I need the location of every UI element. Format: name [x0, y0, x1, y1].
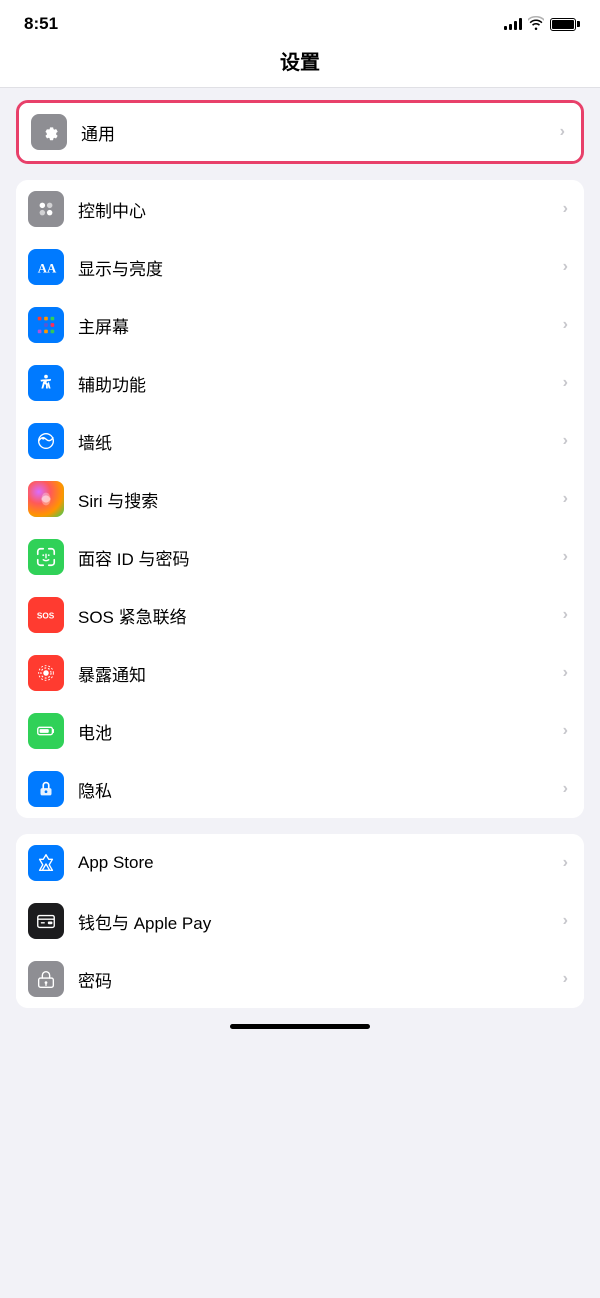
passwords-icon-svg [35, 968, 57, 990]
faceid-label: 面容 ID 与密码 [78, 545, 559, 570]
wallpaper-label: 墙纸 [78, 429, 559, 454]
display-icon-svg: AA [35, 256, 57, 278]
passwords-chevron: › [563, 970, 568, 988]
settings-item-homescreen[interactable]: 主屏幕 › [16, 296, 584, 354]
accessibility-chevron: › [563, 374, 568, 392]
settings-item-general[interactable]: 通用 › [19, 103, 581, 161]
status-time: 8:51 [24, 14, 58, 34]
sos-icon: SOS [28, 597, 64, 633]
control-center-chevron: › [563, 200, 568, 218]
general-label: 通用 [81, 120, 556, 145]
gear-icon [38, 121, 60, 143]
settings-item-wallet[interactable]: 钱包与 Apple Pay › [16, 892, 584, 950]
control-icon [35, 198, 57, 220]
settings-item-control-center[interactable]: 控制中心 › [16, 180, 584, 238]
general-chevron: › [560, 123, 565, 141]
wallet-icon [28, 903, 64, 939]
signal-icon [504, 18, 522, 30]
appstore-icon-svg [35, 852, 57, 874]
display-chevron: › [563, 258, 568, 276]
wallet-icon-svg [35, 910, 57, 932]
battery-icon [550, 18, 576, 31]
siri-icon [28, 481, 64, 517]
system-group: 控制中心 › AA 显示与亮度 › 主屏幕 › [16, 180, 584, 818]
exposure-icon-svg [35, 662, 57, 684]
appstore-label: App Store [78, 853, 559, 873]
accessibility-icon-svg [35, 372, 57, 394]
wallet-label: 钱包与 Apple Pay [78, 909, 559, 934]
display-icon: AA [28, 249, 64, 285]
appstore-icon [28, 845, 64, 881]
settings-item-wallpaper[interactable]: 墙纸 › [16, 412, 584, 470]
exposure-label: 暴露通知 [78, 661, 559, 686]
exposure-chevron: › [563, 664, 568, 682]
battery-setting-icon-svg [35, 720, 57, 742]
settings-item-sos[interactable]: SOS SOS 紧急联络 › [16, 586, 584, 644]
general-icon [31, 114, 67, 150]
settings-item-exposure[interactable]: 暴露通知 › [16, 644, 584, 702]
control-center-icon [28, 191, 64, 227]
page-title: 设置 [280, 52, 320, 74]
control-center-label: 控制中心 [78, 197, 559, 222]
sos-chevron: › [563, 606, 568, 624]
siri-chevron: › [563, 490, 568, 508]
wallpaper-chevron: › [563, 432, 568, 450]
siri-label: Siri 与搜索 [78, 487, 559, 512]
status-bar: 8:51 [0, 0, 600, 42]
privacy-icon-svg [35, 778, 57, 800]
homescreen-label: 主屏幕 [78, 313, 559, 338]
privacy-icon [28, 771, 64, 807]
homescreen-chevron: › [563, 316, 568, 334]
sos-label: SOS 紧急联络 [78, 603, 559, 628]
svg-text:AA: AA [38, 262, 57, 276]
battery-label: 电池 [78, 719, 559, 744]
accessibility-icon [28, 365, 64, 401]
settings-item-faceid[interactable]: 面容 ID 与密码 › [16, 528, 584, 586]
wallpaper-icon [28, 423, 64, 459]
siri-icon-svg [35, 488, 57, 510]
wallpaper-icon-svg [35, 430, 57, 452]
faceid-chevron: › [563, 548, 568, 566]
battery-chevron: › [563, 722, 568, 740]
wallet-chevron: › [563, 912, 568, 930]
settings-item-accessibility[interactable]: 辅助功能 › [16, 354, 584, 412]
appstore-chevron: › [563, 854, 568, 872]
passwords-icon [28, 961, 64, 997]
faceid-icon-svg [35, 546, 57, 568]
settings-item-passwords[interactable]: 密码 › [16, 950, 584, 1008]
faceid-icon [28, 539, 64, 575]
exposure-icon [28, 655, 64, 691]
home-indicator [230, 1024, 370, 1029]
passwords-label: 密码 [78, 967, 559, 992]
homescreen-icon-svg [35, 314, 57, 336]
accessibility-label: 辅助功能 [78, 371, 559, 396]
homescreen-icon [28, 307, 64, 343]
status-icons [504, 16, 576, 33]
settings-item-privacy[interactable]: 隐私 › [16, 760, 584, 818]
wifi-icon [528, 16, 544, 33]
display-label: 显示与亮度 [78, 255, 559, 280]
settings-item-appstore[interactable]: App Store › [16, 834, 584, 892]
settings-item-siri[interactable]: Siri 与搜索 › [16, 470, 584, 528]
sos-icon-svg: SOS [35, 604, 57, 626]
general-group: 通用 › [16, 100, 584, 164]
svg-text:SOS: SOS [37, 612, 55, 621]
privacy-label: 隐私 [78, 777, 559, 802]
battery-setting-icon [28, 713, 64, 749]
store-group: App Store › 钱包与 Apple Pay › 密码 › [16, 834, 584, 1008]
settings-item-battery[interactable]: 电池 › [16, 702, 584, 760]
settings-item-display[interactable]: AA 显示与亮度 › [16, 238, 584, 296]
privacy-chevron: › [563, 780, 568, 798]
page-title-bar: 设置 [0, 42, 600, 88]
